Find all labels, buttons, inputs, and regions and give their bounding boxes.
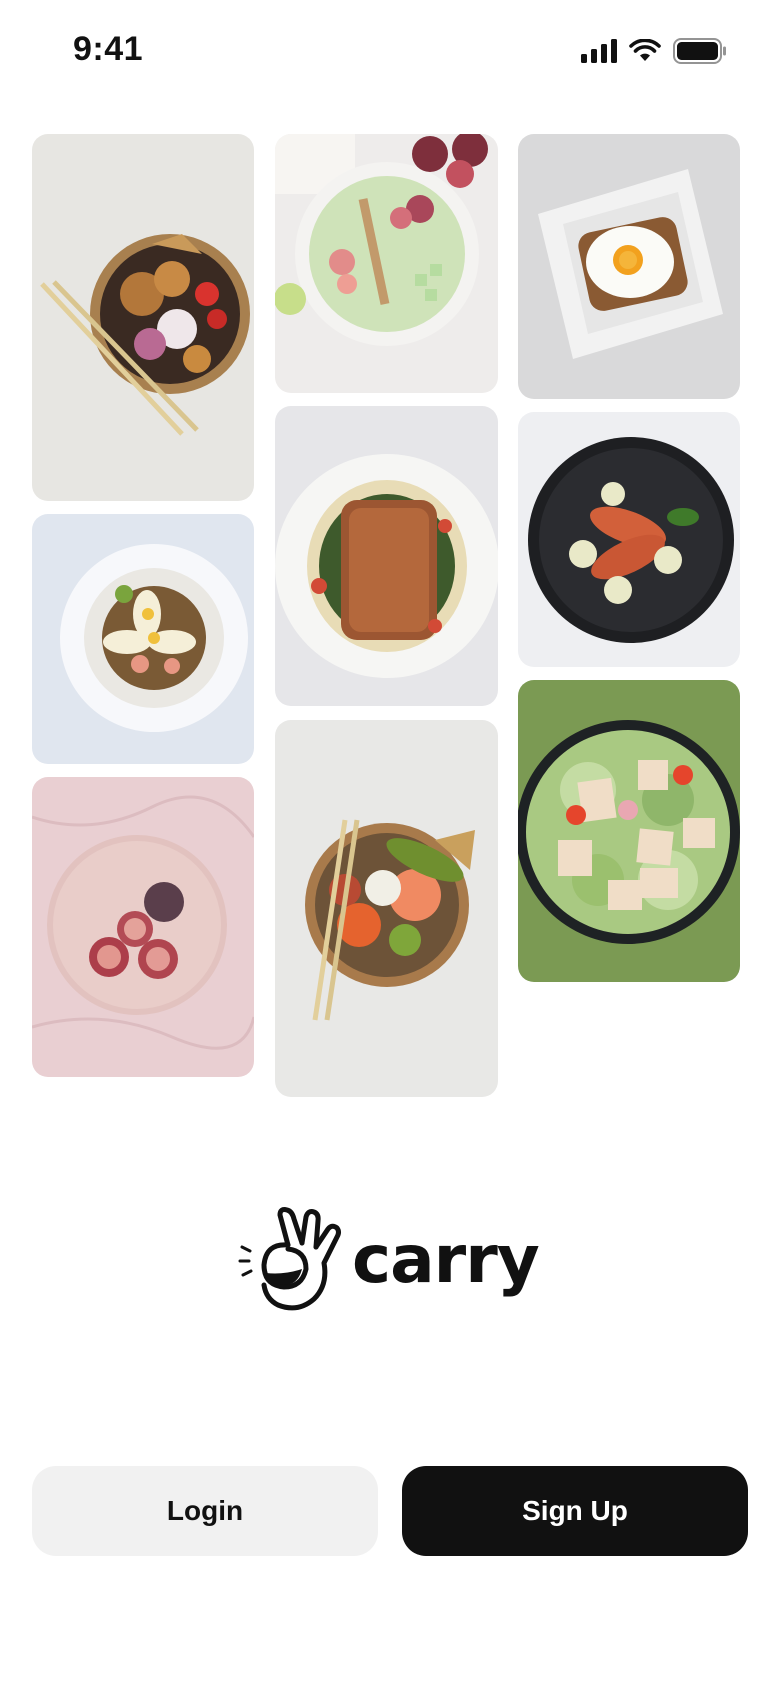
login-button[interactable]: Login — [32, 1466, 378, 1556]
food-photo-gallery — [0, 0, 780, 1100]
photo-green-salad-bowl — [518, 680, 740, 982]
photo-shrimp-black-plate — [518, 412, 740, 667]
photo-noodle-egg-plate — [32, 514, 254, 764]
photo-egg-toast-plate — [518, 134, 740, 399]
photo-salmon-fillet-plate — [275, 406, 498, 706]
signup-button[interactable]: Sign Up — [402, 1466, 748, 1556]
photo-figs-pink-plate — [32, 777, 254, 1077]
brand-logo: carry — [236, 1205, 556, 1315]
photo-fig-smoothie-bowl — [275, 134, 498, 393]
brand-name: carry — [352, 1221, 540, 1298]
photo-chicken-rice-bowl — [32, 134, 254, 501]
ok-hand-icon — [236, 1205, 346, 1315]
photo-poke-bowl — [275, 720, 498, 1097]
